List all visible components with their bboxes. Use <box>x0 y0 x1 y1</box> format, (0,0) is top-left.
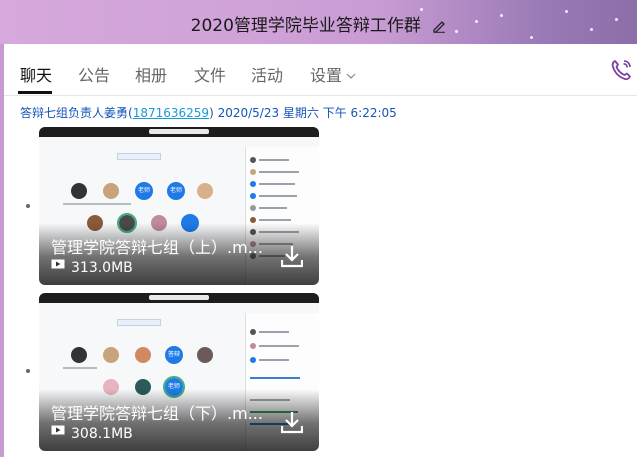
tab-announcements[interactable]: 公告 <box>78 62 110 86</box>
edit-icon[interactable] <box>432 18 446 38</box>
message-timestamp: 2020/5/23 星期六 下午 6:22:05 <box>217 106 397 120</box>
video-file-name: 管理学院答辩七组（下）.m... <box>51 404 263 423</box>
sender-qq-link[interactable]: 1871636259 <box>133 106 209 120</box>
video-file-size: 313.0MB <box>71 260 133 276</box>
message-header: 答辩七组负责人姜勇(1871636259) 2020/5/23 星期六 下午 6… <box>20 104 397 121</box>
tab-chat[interactable]: 聊天 <box>20 62 52 86</box>
tab-settings-label: 设置 <box>310 66 343 85</box>
list-bullet <box>26 369 30 373</box>
video-attachment-card[interactable]: 答辩 老师 管理学院答辩七组（下）.m... 308.1MB <box>39 293 319 451</box>
tab-album[interactable]: 相册 <box>135 62 167 86</box>
sender-name[interactable]: 答辩七组负责人姜勇 <box>20 106 128 120</box>
video-file-name: 管理学院答辩七组（上）.m... <box>51 238 263 257</box>
title-bar: 2020管理学院毕业答辩工作群 <box>0 0 637 44</box>
defense-badge: 答辩 <box>165 346 183 364</box>
phone-icon[interactable] <box>609 58 633 87</box>
video-play-icon <box>51 422 65 440</box>
teacher-badge: 老师 <box>167 182 185 200</box>
window-left-edge <box>0 44 4 457</box>
active-tab-indicator <box>18 91 52 94</box>
group-title: 2020管理学院毕业答辩工作群 <box>0 11 637 38</box>
chevron-down-icon <box>346 64 356 83</box>
group-title-text: 2020管理学院毕业答辩工作群 <box>190 16 421 36</box>
tab-settings[interactable]: 设置 <box>310 62 356 86</box>
teacher-badge: 老师 <box>135 182 153 200</box>
tab-files[interactable]: 文件 <box>194 62 226 86</box>
thumbnail-titlebar <box>39 127 319 137</box>
thumbnail-titlebar <box>39 293 319 303</box>
download-icon[interactable] <box>280 410 304 439</box>
tab-activities[interactable]: 活动 <box>251 62 283 86</box>
tab-bar: 聊天 公告 相册 文件 活动 设置 <box>4 44 637 96</box>
list-bullet <box>26 204 30 208</box>
video-attachment-card[interactable]: 老师 老师 管理学院答辩七组（上）.m... 313.0MB <box>39 127 319 285</box>
qq-paren-close: ) <box>209 106 214 120</box>
video-play-icon <box>51 256 65 274</box>
download-icon[interactable] <box>280 244 304 273</box>
video-file-size: 308.1MB <box>71 426 133 442</box>
